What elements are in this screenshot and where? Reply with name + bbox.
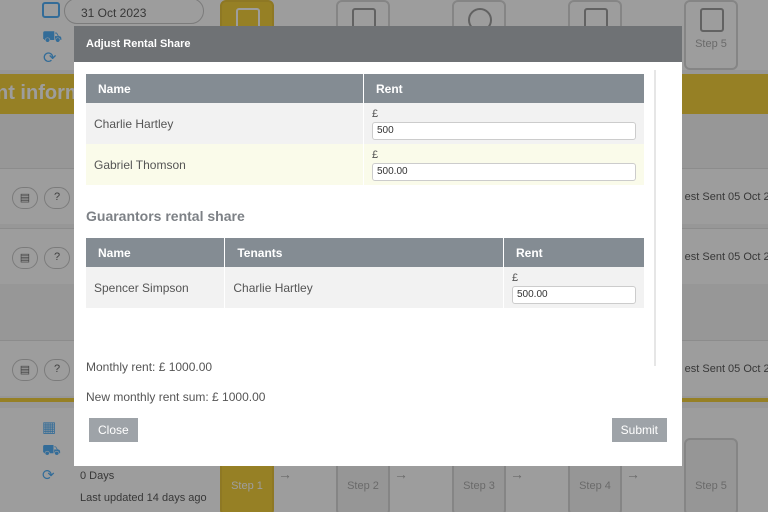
close-button[interactable]: Close bbox=[89, 418, 138, 442]
submit-button[interactable]: Submit bbox=[611, 418, 667, 442]
guarantor-name: Spencer Simpson bbox=[86, 267, 226, 308]
new-monthly-rent-text: New monthly rent sum: £ 1000.00 bbox=[86, 390, 266, 404]
column-header-name: Name bbox=[86, 238, 226, 267]
tenants-rent-table: Name Rent Charlie Hartley £ Gabriel Thom… bbox=[86, 74, 644, 185]
column-header-name: Name bbox=[86, 74, 364, 103]
adjust-rental-share-modal: Adjust Rental Share Name Rent Charlie Ha… bbox=[74, 26, 682, 466]
rent-input[interactable] bbox=[372, 121, 636, 140]
modal-title: Adjust Rental Share bbox=[74, 26, 682, 62]
currency-symbol: £ bbox=[372, 107, 379, 120]
table-row: Charlie Hartley £ bbox=[86, 103, 644, 144]
currency-symbol: £ bbox=[372, 148, 379, 161]
column-header-rent: Rent bbox=[503, 238, 644, 267]
currency-symbol: £ bbox=[511, 271, 519, 284]
scrollbar[interactable] bbox=[654, 70, 656, 366]
guarantors-rent-table: Name Tenants Rent Spencer Simpson Charli… bbox=[86, 238, 644, 308]
modal-scroll-area[interactable]: Name Rent Charlie Hartley £ Gabriel Thom… bbox=[74, 62, 656, 366]
rent-input[interactable] bbox=[511, 285, 636, 304]
tenant-name: Gabriel Thomson bbox=[86, 144, 364, 185]
guarantor-tenants: Charlie Hartley bbox=[224, 267, 504, 308]
monthly-rent-text: Monthly rent: £ 1000.00 bbox=[86, 360, 213, 374]
guarantors-section-title: Guarantors rental share bbox=[86, 208, 245, 224]
tenant-name: Charlie Hartley bbox=[86, 103, 364, 144]
column-header-tenants: Tenants bbox=[224, 238, 504, 267]
table-row: Spencer Simpson Charlie Hartley £ bbox=[86, 267, 644, 308]
table-row: Gabriel Thomson £ bbox=[86, 144, 644, 185]
rent-input[interactable] bbox=[372, 162, 636, 181]
column-header-rent: Rent bbox=[363, 74, 644, 103]
